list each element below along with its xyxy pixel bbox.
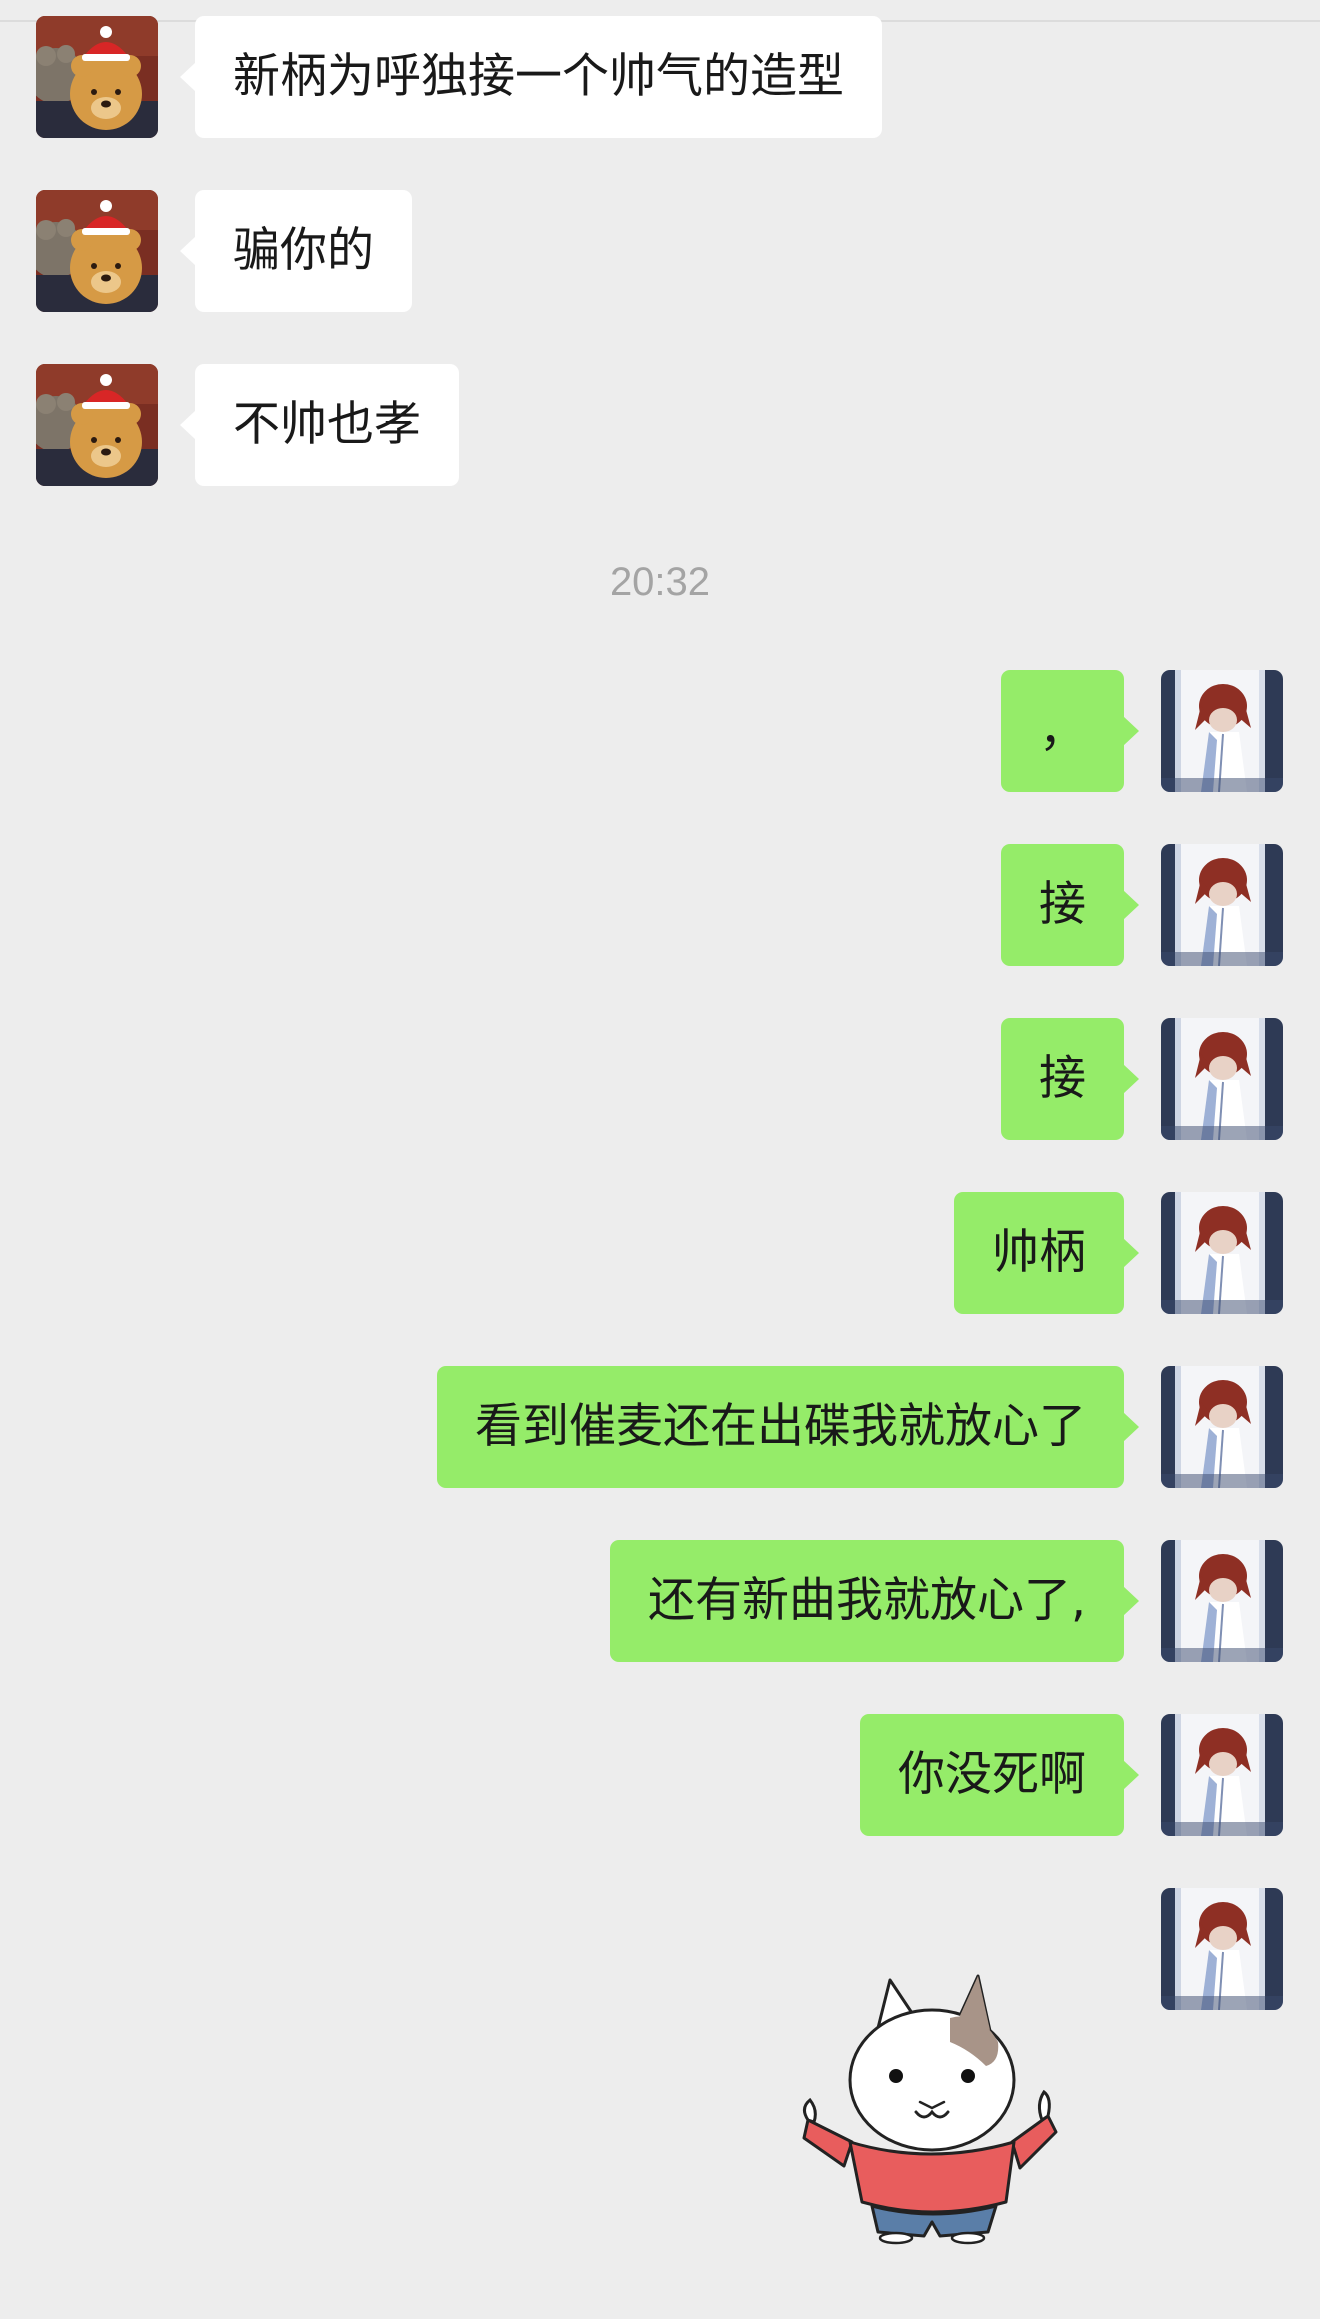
timestamp: 20:32 — [609, 560, 711, 604]
anime-character-avatar[interactable] — [1161, 1192, 1283, 1314]
message-bubble[interactable]: 看到催麦还在出碟我就放心了 — [437, 1366, 1139, 1488]
message-row-sent: 帅柄 — [0, 1192, 1320, 1314]
anime-character-avatar[interactable] — [1161, 670, 1283, 792]
message-row-sent-sticker — [0, 1888, 1320, 2010]
teddy-bear-avatar[interactable] — [36, 190, 158, 312]
message-row-received: 骗你的 — [0, 190, 1320, 312]
message-row-sent: 你没死啊 — [0, 1714, 1320, 1836]
anime-character-avatar[interactable] — [1161, 1366, 1283, 1488]
message-bubble[interactable]: 帅柄 — [954, 1192, 1139, 1314]
anime-character-avatar[interactable] — [1161, 1540, 1283, 1662]
message-bubble[interactable]: 新柄为呼独接一个帅气的造型 — [180, 16, 882, 138]
message-row-received: 不帅也孝 — [0, 364, 1320, 486]
message-bubble[interactable]: 接 — [1001, 1018, 1139, 1140]
cat-sticker[interactable] — [800, 1970, 1060, 2245]
message-row-sent: 还有新曲我就放心了, — [0, 1540, 1320, 1662]
anime-character-avatar[interactable] — [1161, 844, 1283, 966]
message-bubble[interactable]: 不帅也孝 — [180, 364, 459, 486]
message-row-sent: ， — [0, 670, 1320, 792]
teddy-bear-avatar[interactable] — [36, 16, 158, 138]
message-row-sent: 接 — [0, 844, 1320, 966]
anime-character-avatar[interactable] — [1161, 1888, 1283, 2010]
message-bubble[interactable]: 你没死啊 — [860, 1714, 1139, 1836]
cat-sticker-icon — [802, 1974, 1058, 2245]
message-row-sent: 接 — [0, 1018, 1320, 1140]
teddy-bear-avatar[interactable] — [36, 364, 158, 486]
message-row-sent: 看到催麦还在出碟我就放心了 — [0, 1366, 1320, 1488]
anime-character-avatar[interactable] — [1161, 1018, 1283, 1140]
message-bubble[interactable]: 接 — [1001, 844, 1139, 966]
message-bubble[interactable]: 骗你的 — [180, 190, 412, 312]
message-bubble[interactable]: 还有新曲我就放心了, — [610, 1540, 1139, 1662]
message-bubble[interactable]: ， — [1001, 670, 1139, 792]
message-row-received: 新柄为呼独接一个帅气的造型 — [0, 16, 1320, 138]
anime-character-avatar[interactable] — [1161, 1714, 1283, 1836]
